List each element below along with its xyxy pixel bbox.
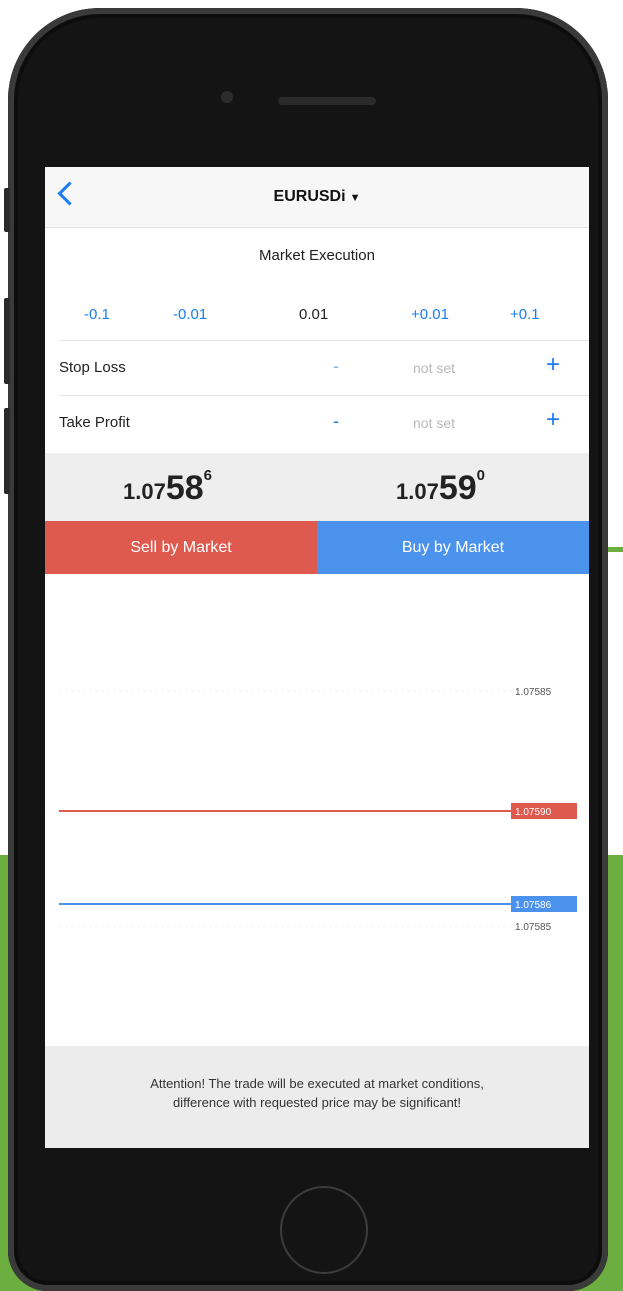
take-profit-label: Take Profit [59, 414, 130, 431]
home-button[interactable] [280, 1186, 368, 1274]
symbol-selector[interactable]: EURUSDi ▼ [45, 188, 589, 206]
volume-minus-large-button[interactable]: -0.1 [84, 306, 110, 323]
execution-type[interactable]: Market Execution [45, 247, 589, 264]
warning-line-1: Attention! The trade will be executed at… [150, 1076, 484, 1091]
front-camera [221, 91, 233, 103]
stop-loss-label: Stop Loss [59, 359, 126, 376]
buy-price-fraction: 0 [476, 467, 485, 484]
volume-down-button [4, 408, 10, 494]
app-screen: EURUSDi ▼ Market Execution -0.1 -0.01 0.0… [45, 167, 589, 1148]
tick-chart: 1.07585 1.07590 1.07586 1.07585 [45, 574, 589, 1046]
price-band: 1.07586 1.07590 [45, 453, 589, 521]
symbol-name: EURUSDi [273, 188, 346, 205]
earpiece-speaker [278, 97, 376, 105]
stop-loss-minus-button[interactable]: - [333, 356, 339, 377]
bid-price-tag-label: 1.07586 [515, 900, 552, 911]
bottom-level-label: 1.07585 [515, 922, 552, 933]
sell-price: 1.07586 [123, 467, 212, 508]
navigation-bar: EURUSDi ▼ [45, 167, 589, 228]
volume-plus-large-button[interactable]: +0.1 [510, 306, 540, 323]
divider [59, 395, 589, 396]
buy-price-prefix: 1.07 [396, 479, 439, 504]
sell-price-prefix: 1.07 [123, 479, 166, 504]
stop-loss-plus-button[interactable]: + [546, 351, 560, 379]
sell-price-pips: 58 [165, 469, 204, 507]
volume-value[interactable]: 0.01 [299, 306, 328, 323]
market-warning: Attention! The trade will be executed at… [45, 1046, 589, 1148]
volume-up-button [4, 298, 10, 384]
buy-by-market-button[interactable]: Buy by Market [317, 521, 589, 574]
take-profit-plus-button[interactable]: + [546, 406, 560, 434]
buy-price: 1.07590 [396, 467, 485, 508]
take-profit-value[interactable]: not set [413, 415, 455, 431]
take-profit-minus-button[interactable]: - [333, 411, 339, 432]
sell-price-fraction: 6 [203, 467, 212, 484]
stop-loss-value[interactable]: not set [413, 360, 455, 376]
caret-down-icon: ▼ [349, 192, 361, 204]
volume-plus-small-button[interactable]: +0.01 [411, 306, 449, 323]
divider [59, 340, 589, 341]
top-level-label: 1.07585 [515, 687, 552, 698]
warning-line-2: difference with requested price may be s… [172, 1095, 462, 1110]
buy-price-pips: 59 [438, 469, 477, 507]
ask-price-tag-label: 1.07590 [515, 807, 552, 818]
sell-by-market-button[interactable]: Sell by Market [45, 521, 317, 574]
volume-minus-small-button[interactable]: -0.01 [173, 306, 207, 323]
mute-switch [4, 188, 10, 232]
